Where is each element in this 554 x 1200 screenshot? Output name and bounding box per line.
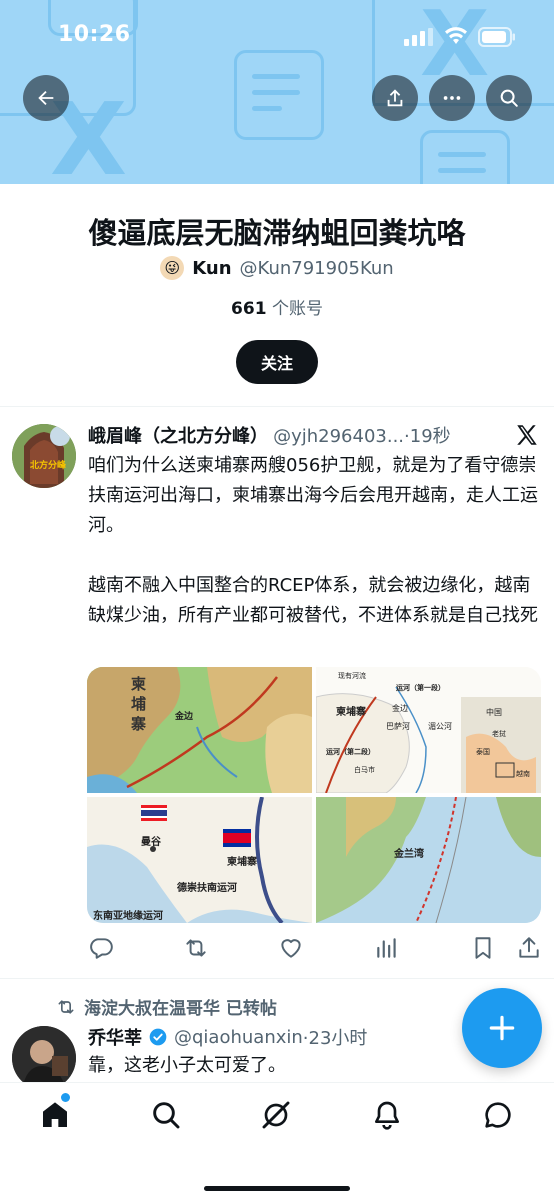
- home-indicator: [204, 1186, 350, 1191]
- tweet-time[interactable]: ·19秒: [404, 426, 451, 447]
- x-logo-icon[interactable]: [514, 422, 542, 450]
- tweet-header: 峨眉峰（之北方分峰） @yjh296403...·19秒: [88, 422, 508, 448]
- divider: [0, 978, 554, 979]
- reply-button[interactable]: [88, 935, 114, 961]
- member-count[interactable]: 661 个账号: [0, 294, 554, 319]
- list-title: 傻逼底层无脑滞纳蛆回粪坑咯: [88, 216, 466, 250]
- retweet-icon: [186, 939, 206, 957]
- retweet-by-label: 海淀大叔在温哥华 已转帖: [84, 999, 277, 1019]
- tweet-author-handle[interactable]: @yjh296403...: [273, 426, 404, 447]
- tweet-author-handle[interactable]: @qiaohuanxin: [174, 1027, 303, 1048]
- member-count-number: 661: [231, 299, 267, 319]
- share-button[interactable]: [372, 75, 418, 121]
- more-button[interactable]: [429, 75, 475, 121]
- follow-button[interactable]: 关注: [236, 340, 318, 384]
- nav-messages[interactable]: [482, 1099, 514, 1131]
- like-button[interactable]: [278, 935, 304, 961]
- more-icon: [443, 96, 461, 100]
- nav-home[interactable]: [39, 1093, 71, 1131]
- member-count-label: 个账号: [266, 299, 323, 319]
- arrow-left-icon: [38, 90, 54, 106]
- heart-icon: [281, 939, 301, 958]
- grok-icon: [262, 1101, 290, 1129]
- tweet-avatar[interactable]: [12, 1026, 76, 1090]
- search-icon: [153, 1102, 180, 1129]
- tweet-text: 咱们为什么送柬埔寨两艘056护卫舰，就是为了看守德崇扶南运河出海口，柬埔寨出海今…: [88, 455, 538, 626]
- media-image-3[interactable]: 曼谷 柬埔寨 德崇扶南运河 东南亚地缘运河: [87, 797, 312, 923]
- bookmark-button[interactable]: [470, 935, 496, 961]
- retweet-button[interactable]: [183, 935, 209, 961]
- tweet-text: 靠，这老小子太可爱了。: [88, 1055, 286, 1076]
- owner-name[interactable]: Kun: [192, 258, 231, 279]
- media-image-1[interactable]: 柬 埔 寨 金边: [87, 667, 312, 793]
- share-tweet-button[interactable]: [516, 935, 542, 961]
- views-icon: [377, 938, 396, 958]
- nav-grok[interactable]: [260, 1099, 292, 1131]
- messages-icon: [485, 1102, 511, 1128]
- retweet-context[interactable]: 海淀大叔在温哥华 已转帖: [56, 994, 277, 1019]
- search-icon: [500, 89, 518, 107]
- tweet-author-name[interactable]: 峨眉峰（之北方分峰）: [88, 426, 268, 447]
- nav-notifications[interactable]: [371, 1099, 403, 1131]
- bottom-nav: [0, 1082, 554, 1200]
- reply-icon: [90, 938, 113, 959]
- wifi-icon: [444, 26, 468, 50]
- plus-icon: [489, 1015, 515, 1041]
- tweet-avatar[interactable]: 北方分峰: [12, 424, 76, 488]
- battery-icon: [478, 27, 516, 51]
- divider: [0, 406, 554, 407]
- retweet-icon: [58, 999, 74, 1014]
- banner-decoration: [420, 130, 510, 184]
- search-button[interactable]: [486, 75, 532, 121]
- nav-search[interactable]: [150, 1099, 182, 1131]
- verified-badge-icon: [149, 1028, 167, 1046]
- owner-handle: @Kun791905Kun: [239, 257, 394, 279]
- compose-button[interactable]: [462, 988, 542, 1068]
- tweet-media[interactable]: 柬 埔 寨 金边 现有河流 运河（第一段） 柬埔寨 金边 巴萨河 湄公河 运河（…: [87, 667, 541, 923]
- share-icon: [519, 937, 539, 958]
- notifications-icon: [375, 1101, 399, 1130]
- tweet-time[interactable]: ·23小时: [303, 1024, 368, 1050]
- status-time: 10:26: [58, 22, 131, 47]
- owner-avatar[interactable]: 😜: [160, 256, 185, 280]
- views-button[interactable]: [374, 935, 400, 961]
- banner-decoration: [234, 50, 324, 140]
- media-image-4[interactable]: 金兰湾: [316, 797, 541, 923]
- bookmark-icon: [475, 937, 491, 959]
- tweet-author-name[interactable]: 乔华莘: [88, 1024, 142, 1050]
- home-icon: [43, 1102, 67, 1127]
- notification-dot: [61, 1093, 70, 1102]
- avatar-text: 北方分峰: [30, 461, 67, 471]
- share-icon: [387, 89, 403, 107]
- back-button[interactable]: [23, 75, 69, 121]
- list-owner[interactable]: 😜 Kun @Kun791905Kun: [0, 256, 554, 280]
- media-image-2[interactable]: 现有河流 运河（第一段） 柬埔寨 金边 巴萨河 湄公河 运河（第二段） 白马市 …: [316, 667, 541, 793]
- signal-icon: [404, 28, 434, 50]
- list-banner: X X 10:26: [0, 0, 554, 184]
